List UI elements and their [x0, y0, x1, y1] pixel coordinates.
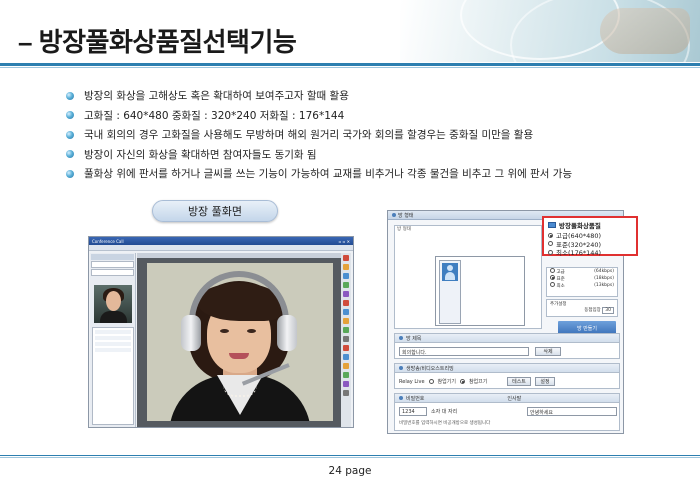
host-video-area — [137, 253, 343, 427]
radio-icon — [548, 249, 553, 255]
settings-button[interactable]: 설정 — [535, 377, 555, 386]
bullet-item: 방장이 자신의 화상을 확대하면 참여자들도 동기화 됨 — [66, 145, 572, 165]
room-title-section: 방 제목 회의합니다. 삭제 — [394, 333, 620, 359]
page-title: – 방장풀화상품질선택기능 — [18, 27, 297, 57]
monitor-icon — [548, 222, 556, 228]
participant-panel — [90, 253, 136, 427]
bullet-icon — [66, 130, 74, 139]
bullet-icon — [66, 150, 74, 159]
host-video-quality-box: 방장풀화상품질 고급(640*480) 표준(320*240) 최소(176*1… — [542, 216, 638, 257]
delete-button[interactable]: 삭제 — [535, 347, 561, 356]
bullet-item: 풀화상 위에 판서를 하거나 글씨를 쓰는 기능이 가능하여 교재를 비추거나 … — [66, 164, 572, 184]
bullet-item: 고화질 : 640*480 중화질 : 320*240 저화질 : 176*14… — [66, 106, 572, 126]
page-number: 24 page — [328, 465, 372, 477]
conference-titlebar: Conference Call ▫ ▫ ✕ — [89, 237, 353, 245]
extra-settings: 추가설정 동접입장 30 — [546, 299, 618, 317]
footer-divider — [0, 455, 700, 456]
radio-icon — [548, 241, 553, 247]
quality-option-minimum[interactable]: 최소(176*144) — [548, 248, 632, 257]
password-input[interactable]: 1234 — [399, 407, 427, 416]
drawing-toolbar — [341, 253, 351, 427]
title-divider — [0, 63, 700, 66]
person-icon — [442, 263, 458, 281]
password-section: 비밀번호 인사말 1234 소자 대 자리 안녕하세요 비밀번호를 입력하시면 비… — [394, 393, 620, 431]
headset-icon — [189, 271, 289, 331]
chat-list — [92, 327, 134, 425]
host-fullscreen-video — [147, 263, 333, 421]
bullet-list: 방장의 화상을 고해상도 혹은 확대하여 보여주고자 할때 활용 고화질 : 6… — [66, 86, 572, 184]
radio-icon — [548, 232, 553, 238]
header-decoration — [400, 0, 700, 62]
host-fullscreen-label: 방장 풀화면 — [152, 200, 278, 222]
bullet-item: 국내 회의의 경우 고화질을 사용해도 무방하며 해외 원거리 국가와 회의를 … — [66, 125, 572, 145]
bullet-icon — [66, 111, 74, 120]
room-layout-panel: 방 형태 — [394, 225, 542, 329]
participant-thumbnail — [94, 285, 132, 323]
conference-menubar — [89, 245, 353, 251]
test-button[interactable]: 테스트 — [507, 377, 531, 386]
window-controls-icon: ▫ ▫ ✕ — [338, 238, 350, 244]
bandwidth-options: 고급 (64kbps) 표준 (18kbps) 최소 (13kbps) — [546, 267, 618, 297]
bullet-icon — [66, 91, 74, 100]
hand-image — [600, 8, 690, 54]
room-layout-preview — [435, 256, 525, 326]
greeting-input[interactable]: 안녕하세요 — [527, 407, 617, 416]
bullet-item: 방장의 화상을 고해상도 혹은 확대하여 보여주고자 할때 활용 — [66, 86, 572, 106]
broadcast-section: 생방송/비디오스트리밍 Relay Live 참업기기 참업끄기 테스트 설정 — [394, 363, 620, 389]
bullet-icon — [66, 169, 74, 178]
slide: – 방장풀화상품질선택기능 방장의 화상을 고해상도 혹은 확대하여 보여주고자… — [0, 0, 700, 485]
room-title-input[interactable]: 회의합니다. — [399, 347, 529, 356]
section-dot-icon — [392, 213, 396, 217]
entry-count-field[interactable]: 30 — [602, 307, 614, 314]
conference-window-screenshot: Conference Call ▫ ▫ ✕ — [88, 236, 354, 428]
